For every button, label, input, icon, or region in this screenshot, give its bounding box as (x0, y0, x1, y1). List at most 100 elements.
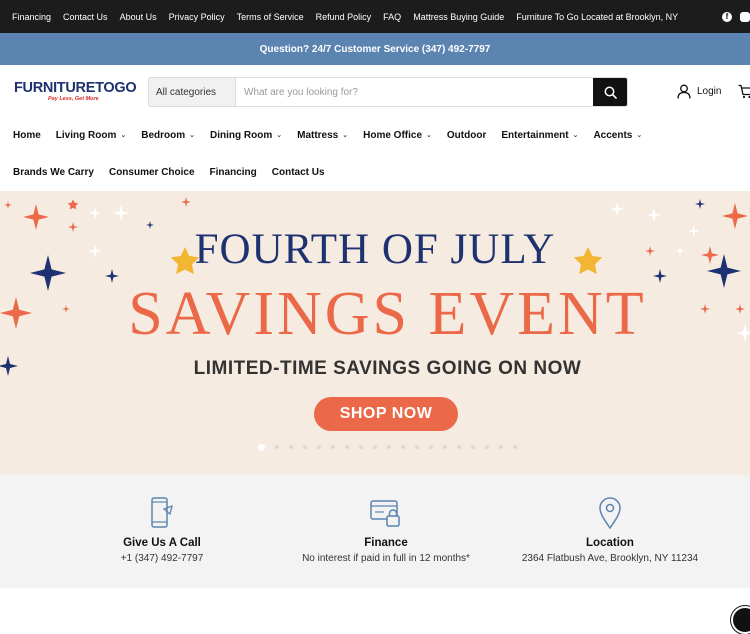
logo-tagline: Pay Less, Get More (48, 96, 99, 102)
topbar-link-contact[interactable]: Contact Us (63, 12, 108, 22)
search-icon (604, 86, 617, 99)
carousel-dot[interactable] (275, 445, 279, 449)
feature-detail: No interest if paid in full in 12 months… (302, 553, 470, 564)
carousel-dot[interactable] (331, 445, 335, 449)
nav-label: Bedroom (141, 129, 186, 141)
chevron-down-icon: ⌄ (120, 132, 127, 139)
feature-title: Give Us A Call (123, 537, 201, 549)
chevron-down-icon: ⌄ (342, 132, 349, 139)
chevron-down-icon: ⌄ (189, 132, 196, 139)
carousel-dot[interactable] (387, 445, 391, 449)
feature-call[interactable]: Give Us A Call +1 (347) 492-7797 (52, 475, 272, 564)
nav-item-mattress[interactable]: Mattress ⌄ (297, 130, 348, 141)
carousel-dot[interactable] (457, 445, 461, 449)
topbar-link-location[interactable]: Furniture To Go Located at Brooklyn, NY (516, 12, 678, 22)
feature-finance[interactable]: Finance No interest if paid in full in 1… (276, 475, 496, 564)
topbar-link-privacy[interactable]: Privacy Policy (169, 12, 225, 22)
carousel-dot[interactable] (303, 445, 307, 449)
nav-item-accents[interactable]: Accents ⌄ (593, 130, 642, 141)
topbar-link-mattress-guide[interactable]: Mattress Buying Guide (413, 12, 504, 22)
nav-item-outdoor[interactable]: Outdoor (447, 130, 486, 141)
chevron-down-icon: ⌄ (276, 132, 283, 139)
customer-service-text[interactable]: Question? 24/7 Customer Service (347) 49… (260, 44, 491, 55)
secondary-nav: Brands We Carry Consumer Choice Financin… (0, 153, 750, 191)
shop-now-button[interactable]: SHOP NOW (314, 397, 458, 431)
carousel-dot[interactable] (485, 445, 489, 449)
feature-title: Location (586, 537, 634, 549)
user-icon (677, 84, 691, 99)
hero-title-line1: FOURTH OF JULY (194, 226, 556, 273)
social-links: f (722, 0, 750, 33)
cart-button[interactable] (738, 84, 750, 104)
search-bar: All categories (148, 77, 628, 107)
carousel-dot[interactable] (289, 445, 293, 449)
login-link[interactable]: Login (677, 84, 721, 99)
carousel-dot[interactable] (345, 445, 349, 449)
topbar-link-faq[interactable]: FAQ (383, 12, 401, 22)
hero-banner[interactable]: FOURTH OF JULY SAVINGS EVENT LIMITED-TIM… (0, 191, 750, 475)
top-bar: Financing Contact Us About Us Privacy Po… (0, 0, 750, 33)
hero-subtitle: LIMITED-TIME SAVINGS GOING ON NOW (193, 358, 582, 379)
instagram-icon[interactable] (740, 11, 750, 22)
nav-item-financing[interactable]: Financing (210, 167, 257, 178)
chevron-down-icon: ⌄ (426, 132, 432, 139)
chevron-down-icon: ⌄ (636, 132, 643, 139)
carousel-dot[interactable] (373, 445, 377, 449)
feature-detail: +1 (347) 492-7797 (120, 553, 204, 564)
carousel-dot[interactable] (471, 445, 475, 449)
nav-item-contact[interactable]: Contact Us (272, 167, 325, 178)
login-label: Login (697, 86, 722, 97)
nav-item-home[interactable]: Home (13, 130, 41, 141)
cart-icon (738, 84, 750, 99)
topbar-link-terms[interactable]: Terms of Service (237, 12, 304, 22)
category-select-value: All categories (156, 86, 217, 98)
nav-item-consumer-choice[interactable]: Consumer Choice (109, 167, 195, 178)
topbar-link-refund[interactable]: Refund Policy (316, 12, 372, 22)
topbar-link-about[interactable]: About Us (120, 12, 157, 22)
nav-item-dining-room[interactable]: Dining Room ⌄ (210, 130, 282, 141)
nav-label: Mattress (297, 129, 339, 141)
category-select[interactable]: All categories (149, 78, 236, 106)
carousel-dots (258, 443, 517, 451)
logo-text: FURNITURETOGO (14, 80, 137, 96)
features-strip: Give Us A Call +1 (347) 492-7797 Finance… (0, 475, 750, 588)
nav-item-living-room[interactable]: Living Room ⌄ (56, 130, 126, 141)
carousel-dot[interactable] (499, 445, 503, 449)
nav-label: Entertainment (501, 129, 569, 141)
nav-label: Accents (593, 129, 633, 141)
location-pin-icon (599, 497, 621, 529)
site-logo[interactable]: FURNITURETOGO Pay Less, Get More (14, 80, 137, 103)
carousel-dot[interactable] (258, 443, 265, 451)
accessibility-icon[interactable] (731, 606, 750, 634)
nav-label: Outdoor (446, 129, 487, 141)
carousel-dot[interactable] (317, 445, 321, 449)
phone-icon (151, 497, 173, 528)
carousel-dot[interactable] (429, 445, 433, 449)
nav-item-home-office[interactable]: Home Office ⌄ (363, 130, 432, 141)
nav-label: Dining Room (210, 129, 273, 141)
nav-item-brands[interactable]: Brands We Carry (13, 167, 94, 178)
carousel-dot[interactable] (359, 445, 363, 449)
nav-label: Home (13, 129, 41, 141)
carousel-dot[interactable] (443, 445, 447, 449)
nav-item-entertainment[interactable]: Entertainment ⌄ (501, 130, 578, 141)
credit-card-lock-icon (370, 500, 400, 527)
feature-title: Finance (364, 537, 408, 549)
feature-location[interactable]: Location 2364 Flatbush Ave, Brooklyn, NY… (500, 475, 720, 564)
nav-label: Living Room (55, 129, 117, 141)
site-header: FURNITURETOGO Pay Less, Get More All cat… (0, 65, 750, 117)
carousel-dot[interactable] (415, 445, 419, 449)
hero-title-line2: SAVINGS EVENT (128, 280, 647, 348)
search-input[interactable] (236, 78, 593, 106)
nav-label: Home Office (363, 129, 423, 141)
facebook-icon[interactable]: f (722, 11, 732, 22)
promo-bar: Question? 24/7 Customer Service (347) 49… (0, 33, 750, 65)
nav-item-bedroom[interactable]: Bedroom ⌄ (141, 130, 195, 141)
carousel-dot[interactable] (401, 445, 405, 449)
topbar-link-financing[interactable]: Financing (12, 12, 51, 22)
feature-detail: 2364 Flatbush Ave, Brooklyn, NY 11234 (521, 553, 699, 564)
search-button[interactable] (593, 78, 627, 106)
main-nav: Home Living Room ⌄ Bedroom ⌄ Dining Room ⌄ … (0, 117, 750, 153)
chevron-down-icon: ⌄ (572, 132, 579, 139)
carousel-dot[interactable] (513, 445, 517, 449)
